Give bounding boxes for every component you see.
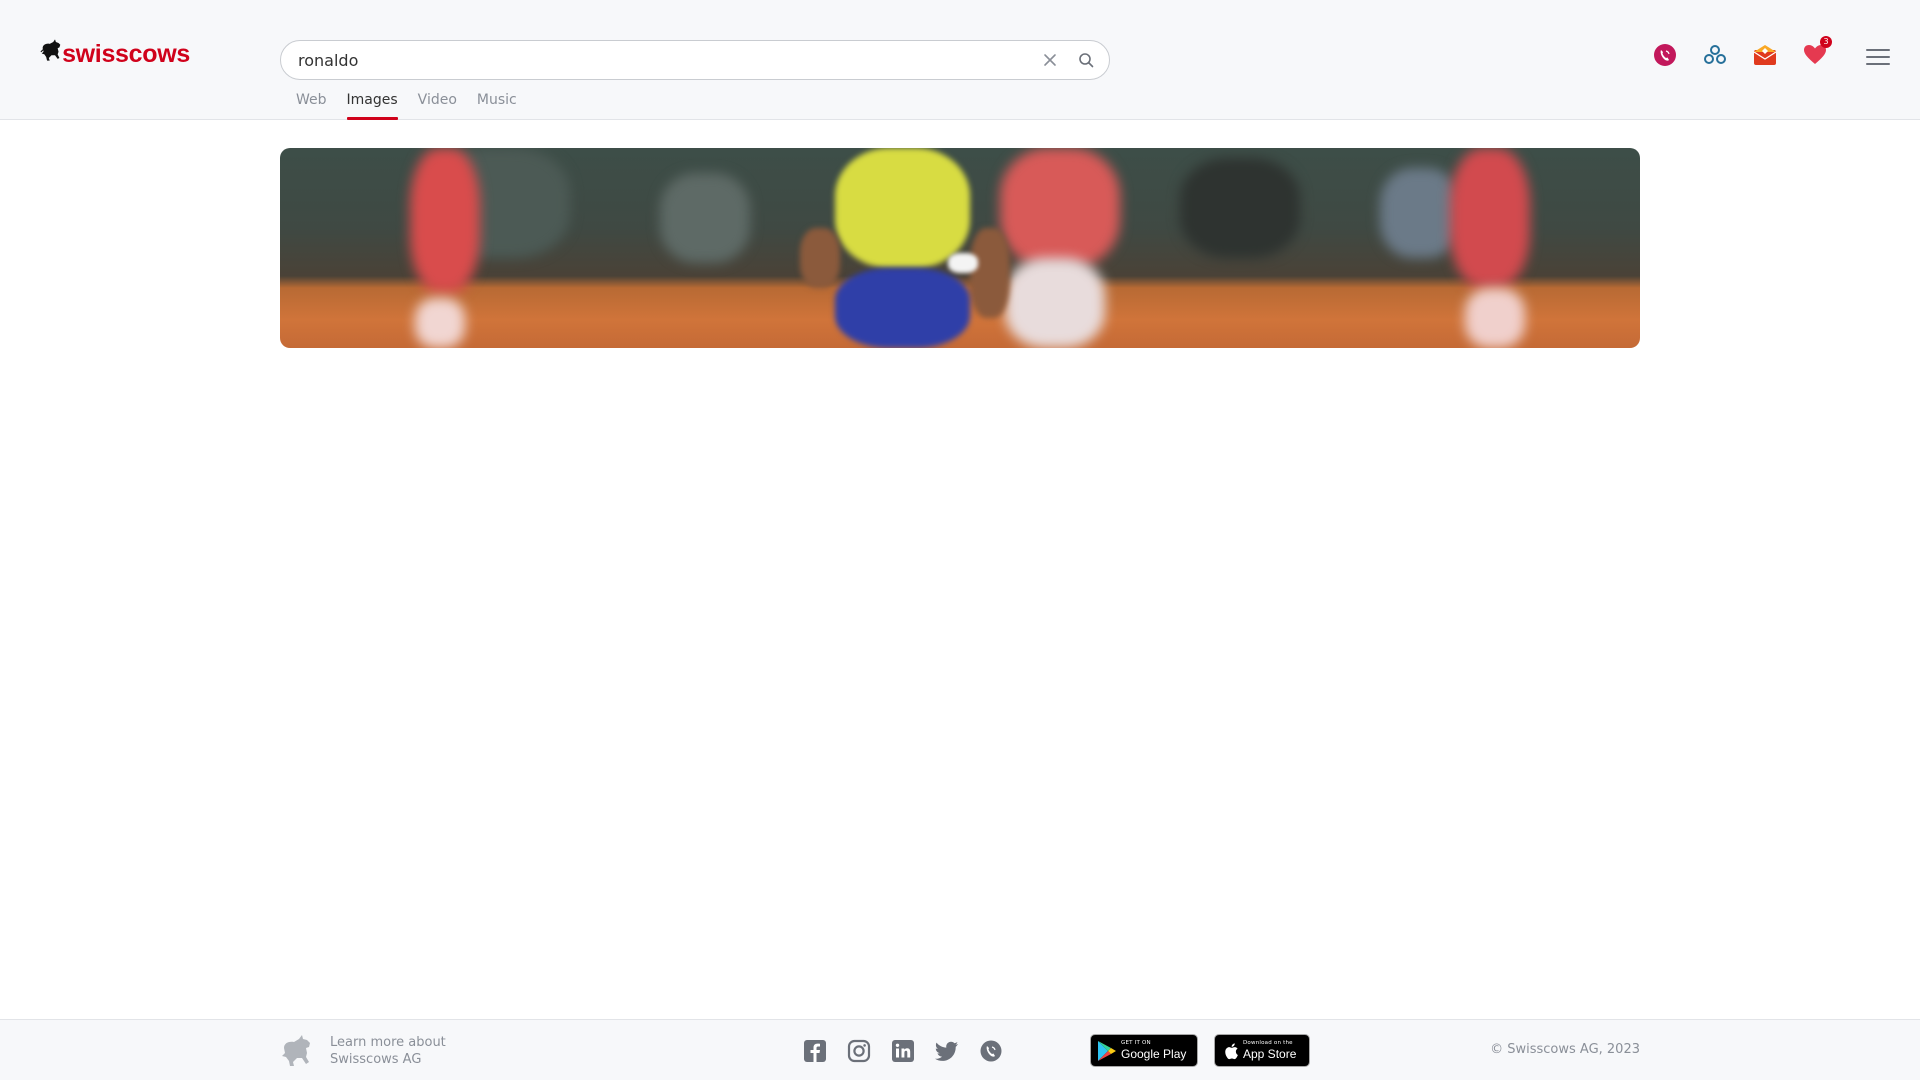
- google-play-big: Google Play: [1121, 1047, 1187, 1061]
- twitter-link[interactable]: [935, 1039, 959, 1063]
- tab-video[interactable]: Video: [418, 88, 457, 120]
- copyright-text: © Swisscows AG, 2023: [1490, 1042, 1640, 1057]
- facebook-icon: [804, 1040, 826, 1062]
- clear-search-button[interactable]: [1033, 43, 1067, 77]
- facebook-link[interactable]: [803, 1039, 827, 1063]
- twitter-icon: [935, 1041, 958, 1061]
- apple-icon: [1225, 1042, 1238, 1059]
- search-input[interactable]: [281, 41, 1033, 79]
- teleguard-icon: [1654, 44, 1676, 66]
- about-line2: Swisscows AG: [330, 1052, 422, 1067]
- logo-text: swisscows: [62, 39, 190, 68]
- cow-logo-icon: [282, 1035, 310, 1066]
- teleguard-link[interactable]: [979, 1039, 1003, 1063]
- menu-line: [1866, 56, 1890, 58]
- instagram-link[interactable]: [847, 1039, 871, 1063]
- favorites-button[interactable]: 3: [1802, 36, 1832, 68]
- close-icon: [1044, 54, 1056, 66]
- menu-line: [1866, 63, 1890, 65]
- footer: Learn more about Swisscows AG GET IT ON …: [0, 1019, 1920, 1080]
- google-play-button[interactable]: GET IT ON Google Play: [1090, 1034, 1198, 1067]
- tab-images[interactable]: Images: [346, 88, 398, 120]
- vpn-button[interactable]: [1702, 42, 1728, 68]
- about-link[interactable]: Learn more about Swisscows AG: [280, 1034, 446, 1068]
- social-links: [803, 1039, 1003, 1063]
- swisscows-logo[interactable]: swisscows: [40, 22, 190, 78]
- header-icons: 3: [1652, 36, 1832, 68]
- cow-logo-icon: [40, 39, 61, 61]
- app-store-text: Download on the App Store: [1243, 1040, 1296, 1061]
- app-store-button[interactable]: Download on the App Store: [1214, 1034, 1310, 1067]
- tab-web[interactable]: Web: [296, 88, 327, 120]
- app-store-small: Download on the: [1243, 1040, 1293, 1046]
- search-tabs: Web Images Video Music: [296, 88, 537, 120]
- vpn-icon: [1704, 45, 1726, 64]
- menu-line: [1866, 49, 1890, 51]
- about-line1: Learn more about: [330, 1035, 446, 1050]
- instagram-icon: [847, 1039, 871, 1063]
- google-play-icon: [1098, 1040, 1116, 1061]
- header: swisscows Web Images Video Music: [0, 0, 1920, 120]
- image-result[interactable]: [280, 148, 1640, 348]
- search-icon: [1079, 53, 1094, 68]
- favorites-badge: 3: [1820, 36, 1832, 48]
- google-play-text: GET IT ON Google Play: [1121, 1040, 1186, 1061]
- google-play-small: GET IT ON: [1121, 1040, 1151, 1046]
- email-icon: [1753, 45, 1777, 65]
- linkedin-link[interactable]: [891, 1039, 915, 1063]
- email-button[interactable]: [1752, 42, 1778, 68]
- search-button[interactable]: [1069, 43, 1103, 77]
- teleguard-icon: [980, 1040, 1002, 1062]
- menu-button[interactable]: [1866, 49, 1890, 67]
- linkedin-icon: [892, 1040, 914, 1062]
- app-store-big: App Store: [1243, 1047, 1297, 1061]
- tab-music[interactable]: Music: [477, 88, 517, 120]
- teleguard-button[interactable]: [1652, 42, 1678, 68]
- search-box: [280, 40, 1110, 80]
- about-text: Learn more about Swisscows AG: [330, 1034, 446, 1068]
